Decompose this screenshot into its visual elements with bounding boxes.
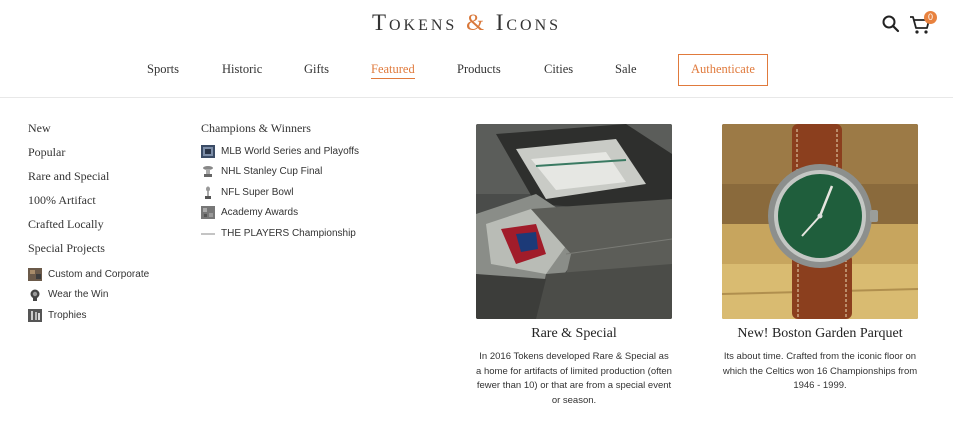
menu-link-popular[interactable]: Popular <box>28 144 188 168</box>
menu-link-rare-and-special[interactable]: Rare and Special <box>28 168 188 192</box>
feature-card-boston-garden: New! Boston Garden Parquet Its about tim… <box>722 124 918 394</box>
nav-item-sports[interactable]: Sports <box>147 62 179 77</box>
nav-item-featured[interactable]: Featured <box>371 62 415 79</box>
menu-column-champions: Champions & Winners MLB World Series and… <box>201 120 441 244</box>
nav-item-gifts[interactable]: Gifts <box>304 62 329 77</box>
nav-item-products[interactable]: Products <box>457 62 501 77</box>
submenu-item-nhl-stanley-cup[interactable]: NHL Stanley Cup Final <box>201 162 441 183</box>
rare-special-card-title[interactable]: Rare & Special <box>476 326 672 346</box>
submenu-item-label: Custom and Corporate <box>48 268 150 280</box>
submenu-item-wear-the-win[interactable]: Wear the Win <box>28 285 188 306</box>
submenu-item-label: THE PLAYERS Championship <box>221 227 356 239</box>
submenu-item-mlb-world-series[interactable]: MLB World Series and Playoffs <box>201 141 441 162</box>
submenu-item-label: Academy Awards <box>221 207 299 219</box>
search-icon[interactable] <box>881 14 901 34</box>
submenu-item-label: Wear the Win <box>48 289 109 301</box>
menu-link-new[interactable]: New <box>28 120 188 144</box>
logo-ampersand: & <box>466 10 487 35</box>
mlb-thumbnail-icon <box>201 144 215 158</box>
submenu-item-academy-awards[interactable]: Academy Awards <box>201 203 441 224</box>
cart-count-badge: 0 <box>924 11 937 24</box>
submenu-item-label: NFL Super Bowl <box>221 186 294 198</box>
nav-authenticate-button[interactable]: Authenticate <box>678 54 768 86</box>
boston-garden-card-title[interactable]: New! Boston Garden Parquet <box>722 326 918 346</box>
site-logo[interactable]: Tokens & Icons <box>0 10 933 36</box>
stanley-cup-icon <box>201 165 215 178</box>
nav-item-historic[interactable]: Historic <box>222 62 262 77</box>
feature-card-rare-special: Rare & Special In 2016 Tokens developed … <box>476 124 672 408</box>
main-nav: Sports Historic Gifts Featured Products … <box>0 54 953 86</box>
menu-link-crafted-locally[interactable]: Crafted Locally <box>28 216 188 240</box>
site-header: Tokens & Icons 0 Sports Historic Gifts F… <box>0 0 953 98</box>
menu-column-main: New Popular Rare and Special 100% Artifa… <box>28 120 188 326</box>
boston-garden-card-description: Its about time. Crafted from the iconic … <box>722 351 918 391</box>
nav-item-sale[interactable]: Sale <box>615 62 637 77</box>
submenu-item-label: NHL Stanley Cup Final <box>221 166 323 178</box>
trophies-thumbnail-icon <box>28 308 42 322</box>
super-bowl-trophy-icon <box>201 186 215 199</box>
nav-item-cities[interactable]: Cities <box>544 62 573 77</box>
submenu-item-label: Trophies <box>48 309 87 321</box>
boston-garden-watch-image[interactable] <box>722 124 918 319</box>
submenu-item-trophies[interactable]: Trophies <box>28 305 188 326</box>
menu-link-special-projects[interactable]: Special Projects <box>28 240 188 264</box>
champions-winners-heading[interactable]: Champions & Winners <box>201 120 441 141</box>
rare-special-wallet-image[interactable] <box>476 124 672 319</box>
submenu-item-nfl-super-bowl[interactable]: NFL Super Bowl <box>201 182 441 203</box>
submenu-item-label: MLB World Series and Playoffs <box>221 145 360 157</box>
submenu-item-players-championship[interactable]: THE PLAYERS Championship <box>201 223 441 244</box>
wear-the-win-thumbnail-icon <box>28 288 42 302</box>
custom-corporate-thumbnail-icon <box>28 267 42 281</box>
logo-text-tokens: Tokens <box>371 10 458 35</box>
players-championship-thumbnail-icon <box>201 227 215 240</box>
logo-text-icons: Icons <box>495 10 562 35</box>
menu-link-100-artifact[interactable]: 100% Artifact <box>28 192 188 216</box>
academy-awards-thumbnail-icon <box>201 206 215 220</box>
submenu-item-custom-corporate[interactable]: Custom and Corporate <box>28 264 188 285</box>
rare-special-card-description: In 2016 Tokens developed Rare & Special … <box>476 351 672 406</box>
